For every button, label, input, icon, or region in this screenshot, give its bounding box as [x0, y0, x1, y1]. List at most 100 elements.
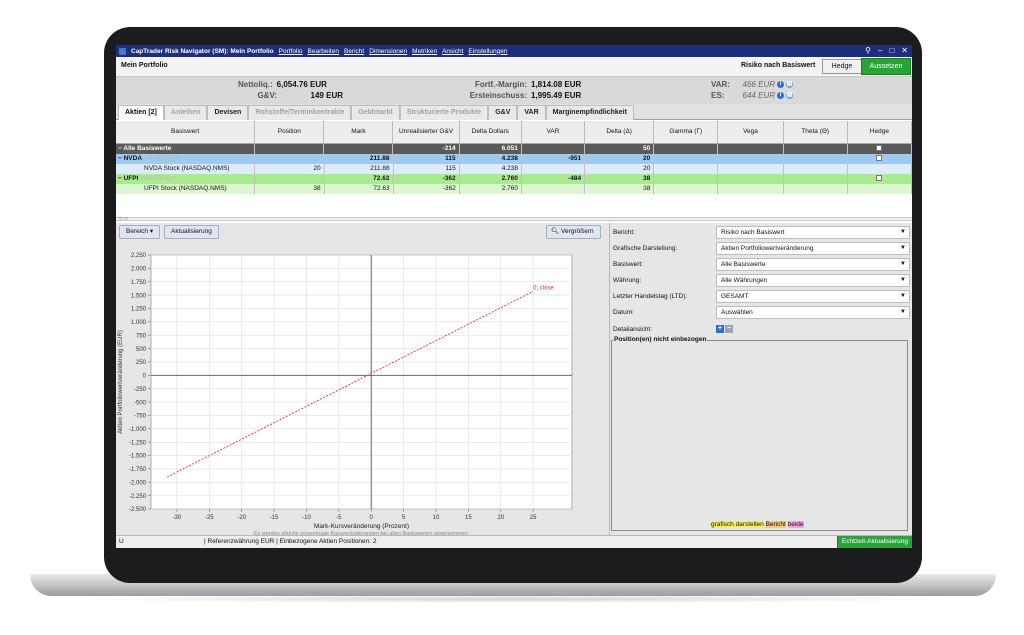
- minimize-icon[interactable]: –: [878, 45, 882, 57]
- portfolio-name: Mein Portfolio: [121, 62, 168, 69]
- netliq-metric: Nettoliq.: 6,054.76 EUR: [238, 80, 327, 89]
- tab-4[interactable]: Geldmarkt: [351, 105, 400, 120]
- x-tick-label: 5: [402, 515, 406, 521]
- cell-hedge: [848, 164, 912, 174]
- var-value: 466 EUR: [742, 80, 775, 89]
- table-row[interactable]: NVDA Stock (NASDAQ.NMS) 20 211.88 115 4.238 2…: [116, 164, 912, 174]
- dropdown-value: Alle Währungen: [721, 277, 768, 284]
- menu-metriken[interactable]: Metriken: [412, 48, 437, 55]
- column-header-hedge[interactable]: Hedge: [848, 121, 912, 143]
- menu-bearbeiten[interactable]: Bearbeiten: [308, 48, 339, 55]
- column-header-vega[interactable]: Vega: [718, 121, 784, 143]
- menu-ansicht[interactable]: Ansicht: [442, 48, 463, 55]
- detail-view-buttons: + −: [716, 325, 734, 333]
- hedge-checkbox[interactable]: [876, 154, 883, 161]
- column-header-position[interactable]: Position: [255, 121, 325, 143]
- menu-einstellungen[interactable]: Einstellungen: [468, 48, 507, 55]
- column-header-delta_dollars[interactable]: Delta Dollars: [460, 121, 522, 143]
- legend-plot: grafisch darstellen: [711, 521, 764, 528]
- splitter-grip-icon[interactable]: ○ ○: [119, 216, 128, 222]
- tab-1[interactable]: Anleihen: [163, 105, 208, 120]
- cell-theta: [784, 164, 848, 174]
- column-header-gamma[interactable]: Gamma (Γ): [654, 121, 719, 143]
- zoom-button[interactable]: 🔍︎ Vergrößern: [546, 225, 601, 239]
- tab-3[interactable]: Rohstoffe/Terminkontrakte: [248, 105, 352, 120]
- y-tick-label: 1.250: [131, 307, 147, 313]
- form-dropdown[interactable]: Risiko nach Basiswert ▼: [716, 226, 910, 239]
- form-dropdown[interactable]: Auswählen ▼: [716, 306, 910, 319]
- var-info-icon[interactable]: i: [777, 81, 784, 88]
- expand-icon[interactable]: +: [716, 325, 724, 333]
- es-metric: ES: 644 EUR i ▤: [711, 91, 793, 100]
- column-header-basiswert[interactable]: Basiswert: [116, 121, 256, 143]
- tab-5[interactable]: Strukturierte Produkte: [399, 105, 489, 120]
- menu-dimensionen[interactable]: Dimensionen: [369, 48, 407, 55]
- var-chart-icon[interactable]: ▤: [786, 81, 793, 88]
- column-header-delta[interactable]: Delta (Δ): [585, 121, 655, 143]
- command-input[interactable]: U: [119, 536, 124, 548]
- report-settings-panel: Detailansicht: + − Position(en) nicht einb…: [609, 223, 912, 535]
- realtime-update-button[interactable]: Echtzeit-Aktualisierung: [836, 536, 912, 548]
- form-dropdown[interactable]: GESAMT ▼: [716, 290, 910, 303]
- detail-view-row: Detailansicht: + −: [610, 323, 912, 337]
- collapse-all-icon[interactable]: −: [725, 325, 733, 333]
- window-controls: ⚲ – □ ✕: [865, 45, 908, 57]
- tab-8[interactable]: Marginempfindlichkeit: [545, 105, 634, 120]
- close-icon[interactable]: ✕: [901, 45, 908, 57]
- es-chart-icon[interactable]: ▤: [786, 92, 793, 99]
- netliq-value: 6,054.76 EUR: [276, 80, 327, 89]
- cell-vega: [718, 144, 784, 154]
- table-row[interactable]: UFPI Stock (NASDAQ.NMS) 38 72.63 -362 2.760 3…: [116, 184, 912, 194]
- pause-button[interactable]: Aussetzen: [861, 58, 911, 75]
- tab-6[interactable]: G&V: [488, 105, 518, 120]
- hedge-checkbox[interactable]: [876, 174, 883, 181]
- form-row-1: Grafische Darstellung: Aktien Portfoliowe…: [610, 242, 912, 256]
- column-header-mark[interactable]: Mark: [324, 121, 394, 143]
- form-row-0: Bericht: Risiko nach Basiswert ▼: [610, 226, 912, 240]
- pin-icon[interactable]: ⚲: [865, 45, 871, 57]
- hedge-button[interactable]: Hedge: [822, 59, 862, 74]
- plot-legend: grafisch darstellen Bericht beide: [711, 521, 804, 528]
- y-tick-label: 1.750: [131, 280, 147, 286]
- x-tick-label: 25: [530, 515, 537, 521]
- table-row[interactable]: − UFPI <NASDAQ> 72.63 -362 2.760 -484 38: [116, 174, 912, 184]
- table-row[interactable]: − NVDA <NASDAQ> 211.88 115 4.238 -951 20: [116, 154, 912, 164]
- es-info-icon[interactable]: i: [777, 92, 784, 99]
- dropdown-arrow-icon: ▼: [900, 261, 906, 267]
- table-row[interactable]: − Alle Basiswerte -214 6.051 50: [116, 144, 912, 154]
- maximize-icon[interactable]: □: [889, 45, 894, 57]
- cell-basiswert: − UFPI <NASDAQ>: [116, 174, 256, 184]
- menu-bericht[interactable]: Bericht: [344, 48, 364, 55]
- tab-2[interactable]: Devisen: [207, 105, 249, 120]
- dropdown-value: Risiko nach Basiswert: [721, 229, 785, 236]
- x-tick-label: -20: [237, 515, 246, 521]
- column-header-var[interactable]: VAR: [522, 121, 586, 143]
- cell-var: [522, 144, 586, 154]
- form-dropdown[interactable]: Aktien Portfoliowertveränderung ▼: [716, 242, 910, 255]
- column-header-theta[interactable]: Theta (Θ): [784, 121, 848, 143]
- cell-basiswert: − Alle Basiswerte: [116, 144, 256, 154]
- range-button[interactable]: Bereich ▾: [119, 225, 161, 239]
- y-tick-label: -1.000: [129, 427, 147, 433]
- form-dropdown[interactable]: Alle Währungen ▼: [716, 274, 910, 287]
- form-label: Währung:: [613, 277, 642, 284]
- zoom-label: Vergrößern: [561, 228, 594, 235]
- risk-table: Basiswert Position Mark Unrealisierter G&V D…: [116, 121, 912, 194]
- cell-delta_dollars: 6.051: [460, 144, 522, 154]
- cell-mark: [324, 144, 394, 154]
- cell-theta: [784, 154, 848, 164]
- underlying-name: NVDA: [123, 155, 142, 162]
- y-axis-label: Aktien Portfoliowertveränderung (EUR): [118, 330, 124, 434]
- panel-splitter[interactable]: [116, 217, 912, 221]
- tab-7[interactable]: VAR: [517, 105, 546, 120]
- es-value: 644 EUR: [742, 91, 775, 100]
- hedge-checkbox[interactable]: [876, 144, 883, 151]
- refresh-button[interactable]: Aktualisierung: [164, 225, 219, 239]
- column-header-unreal[interactable]: Unrealisierter G&V: [393, 121, 460, 143]
- status-info: | Referenzwährung EUR | Einbezogene Akti…: [204, 536, 377, 548]
- menu-portfolio[interactable]: Portfolio: [279, 48, 303, 55]
- tab-0[interactable]: Aktien [2]: [118, 105, 164, 120]
- form-dropdown[interactable]: Alle Basiswerte ▼: [716, 258, 910, 271]
- x-tick-label: 0: [370, 515, 374, 521]
- cell-gamma: [654, 164, 719, 174]
